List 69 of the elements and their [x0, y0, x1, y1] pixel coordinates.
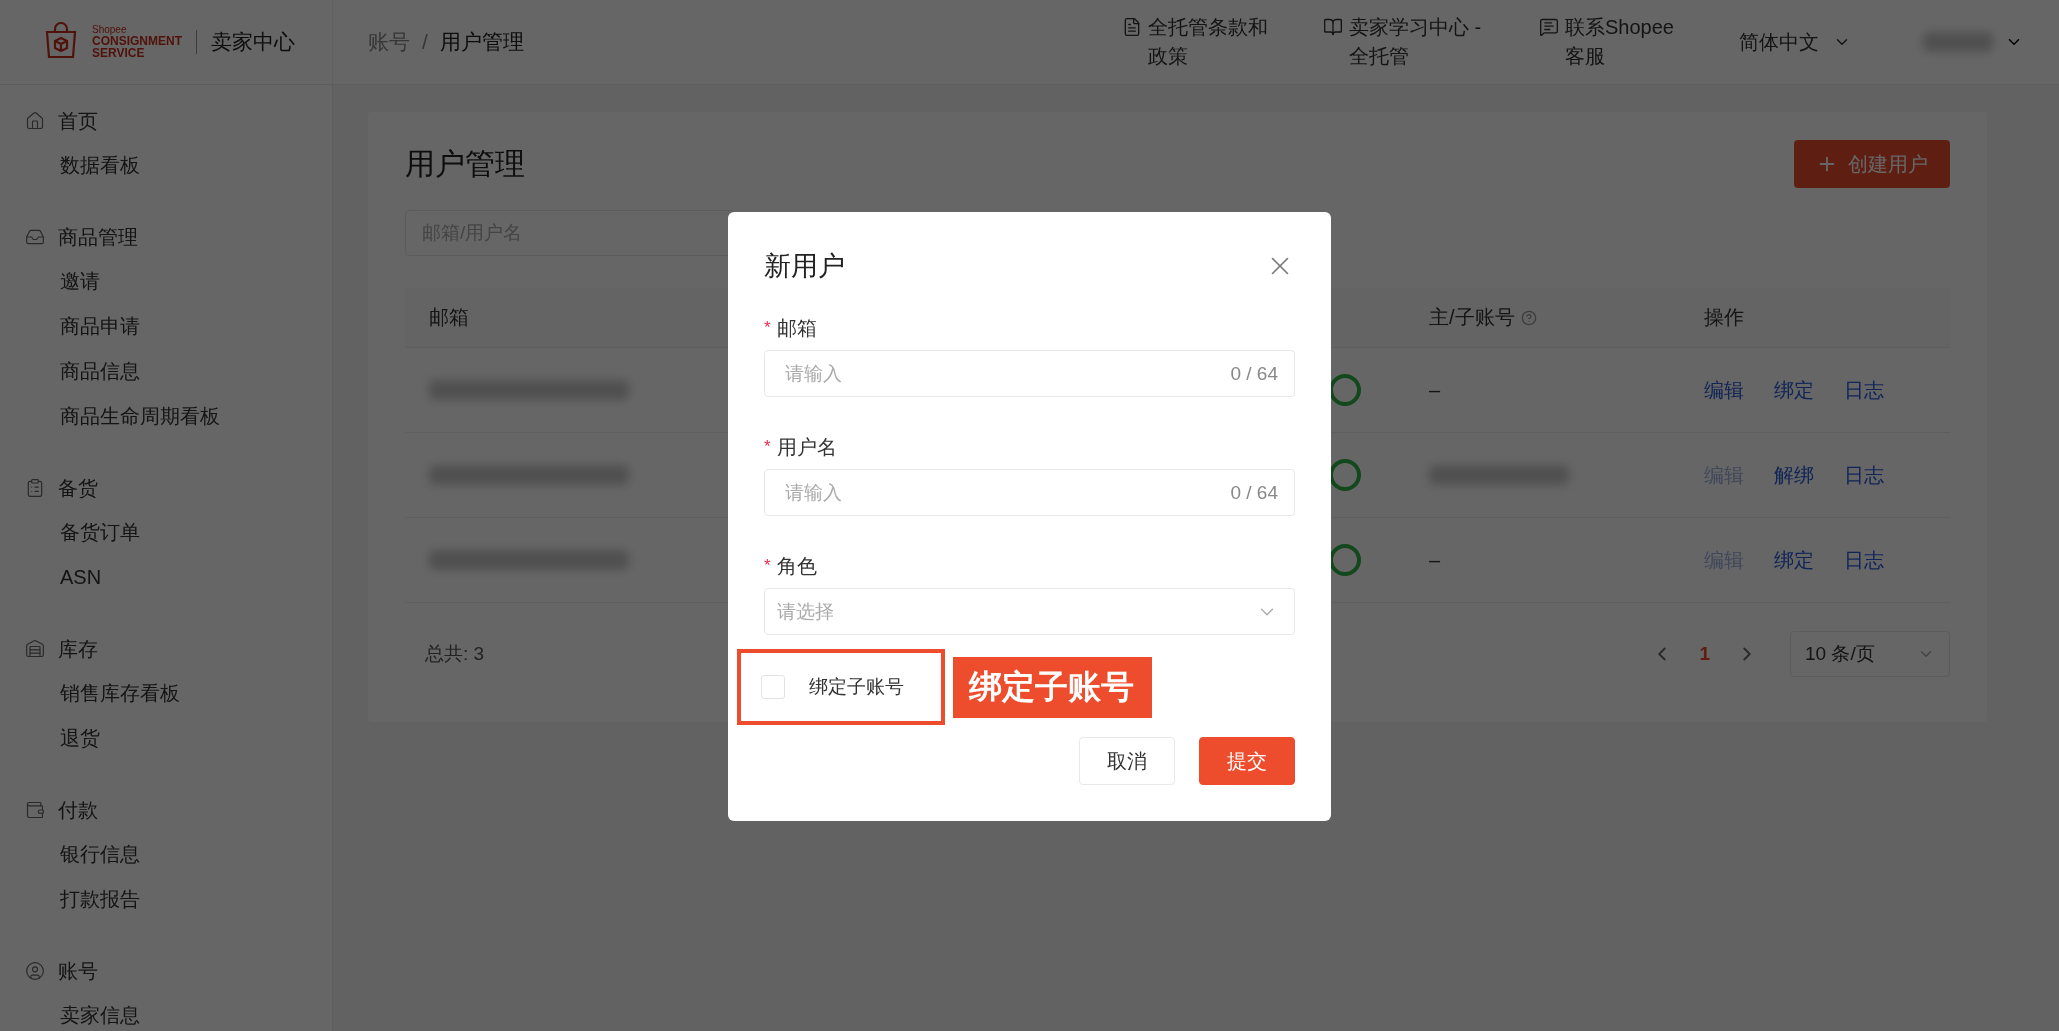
- required-mark: *: [764, 437, 771, 457]
- checkbox-label: 绑定子账号: [809, 675, 904, 699]
- breadcrumb-item: 用户管理: [439, 29, 524, 55]
- submit-button[interactable]: 提交: [1199, 737, 1295, 785]
- sidebar-item[interactable]: 备货订单: [25, 510, 332, 555]
- sidebar-item[interactable]: 银行信息: [25, 832, 332, 877]
- page-number[interactable]: 1: [1685, 643, 1724, 665]
- annotation-label: 绑定子账号: [953, 656, 1152, 718]
- house-icon: [25, 111, 45, 131]
- role-select[interactable]: 请选择: [764, 588, 1295, 635]
- sidebar-item[interactable]: 商品生命周期看板: [25, 394, 332, 439]
- header-link[interactable]: 联系Shopee客服: [1539, 13, 1683, 71]
- input-field[interactable]: 请输入 0 / 64: [764, 350, 1295, 397]
- sidebar-item[interactable]: 商品信息: [25, 349, 332, 394]
- action-link[interactable]: 编辑: [1704, 376, 1744, 404]
- character-counter: 0 / 64: [1230, 362, 1278, 385]
- create-user-button[interactable]: 创建用户: [1794, 140, 1950, 188]
- action-link[interactable]: 绑定: [1774, 376, 1814, 404]
- page-title: 用户管理: [405, 145, 525, 182]
- language-select[interactable]: 简体中文: [1733, 27, 1857, 57]
- book-icon: [1323, 17, 1343, 37]
- header-link[interactable]: 卖家学习中心 - 全托管: [1323, 13, 1499, 71]
- sidebar-item[interactable]: 退货: [25, 716, 332, 761]
- sidebar-item[interactable]: 卖家信息: [25, 993, 332, 1031]
- warehouse-icon: [25, 639, 45, 659]
- cancel-button[interactable]: 取消: [1079, 737, 1175, 785]
- app-name: 卖家中心: [211, 29, 295, 55]
- action-link[interactable]: 日志: [1844, 546, 1884, 574]
- required-mark: *: [764, 318, 771, 338]
- sidebar-group-title: 商品管理: [58, 224, 138, 250]
- column-header: 主/子账号: [1429, 305, 1515, 330]
- sidebar-group-title: 备货: [58, 475, 98, 501]
- sidebar-item[interactable]: 数据看板: [25, 143, 332, 188]
- column-header: 操作: [1704, 305, 1744, 330]
- field-label: 角色: [776, 553, 817, 579]
- chat-icon: [1539, 17, 1559, 37]
- wallet-icon: [25, 800, 45, 820]
- action-link[interactable]: 解绑: [1774, 461, 1814, 489]
- table-cell: –: [1429, 378, 1441, 402]
- sidebar-item[interactable]: ASN: [25, 555, 332, 600]
- checkbox[interactable]: [761, 675, 785, 699]
- sidebar-item[interactable]: 邀请: [25, 259, 332, 304]
- dialog-title: 新用户: [764, 250, 845, 283]
- clipboard-icon: [25, 478, 45, 498]
- tray-icon: [25, 227, 45, 247]
- sidebar-group-title: 库存: [58, 636, 98, 662]
- sidebar-item[interactable]: 销售库存看板: [25, 671, 332, 716]
- required-mark: *: [764, 556, 771, 576]
- consignment-service-logo: Shopee CONSIGNMENT SERVICE: [92, 25, 182, 59]
- user-circle-icon: [25, 961, 45, 981]
- sidebar-item[interactable]: 商品申请: [25, 304, 332, 349]
- header-link[interactable]: 全托管条款和政策: [1122, 13, 1283, 71]
- field-label: 邮箱: [776, 315, 817, 341]
- sidebar-group-title: 付款: [58, 797, 98, 823]
- document-icon: [1122, 17, 1142, 37]
- table-cell: –: [1429, 548, 1441, 572]
- character-counter: 0 / 64: [1230, 481, 1278, 504]
- field-label: 用户名: [776, 434, 837, 460]
- input-field[interactable]: 请输入 0 / 64: [764, 469, 1295, 516]
- action-link[interactable]: 日志: [1844, 461, 1884, 489]
- action-link[interactable]: 日志: [1844, 376, 1884, 404]
- sidebar-group-title: 首页: [58, 108, 98, 134]
- action-link[interactable]: 绑定: [1774, 546, 1814, 574]
- column-header: 邮箱: [429, 305, 469, 330]
- breadcrumb-separator: /: [422, 30, 428, 54]
- page-size-select[interactable]: 10 条/页: [1790, 631, 1950, 677]
- sidebar-group-title: 账号: [58, 958, 98, 984]
- total-count: 总共: 3: [424, 642, 486, 666]
- sidebar-item[interactable]: 打款报告: [25, 877, 332, 922]
